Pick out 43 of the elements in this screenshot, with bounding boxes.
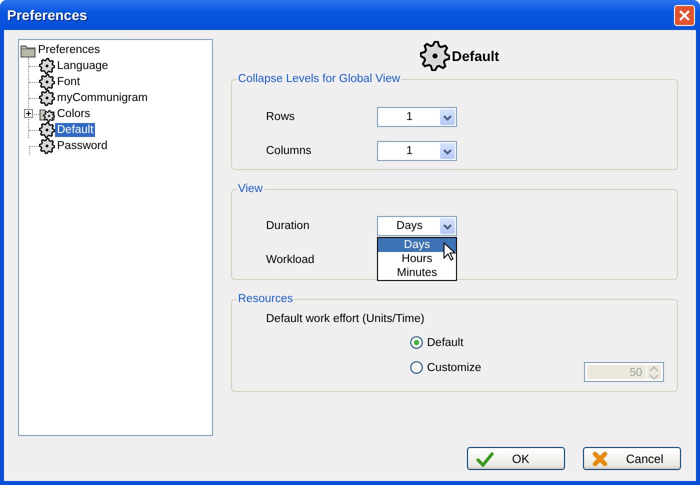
window-title: Preferences xyxy=(7,7,88,23)
cancel-button[interactable]: Cancel xyxy=(583,447,681,470)
field-label: Rows xyxy=(266,111,296,123)
gear-icon xyxy=(39,74,55,90)
expand-toggle[interactable] xyxy=(24,109,33,118)
folder-icon xyxy=(20,42,36,58)
group-title: Resources xyxy=(237,293,294,305)
dropdown[interactable]: 1 xyxy=(377,107,457,127)
chevron-down-icon xyxy=(442,146,453,156)
page-title: Default xyxy=(452,48,500,64)
radio-label: Customize xyxy=(427,360,482,374)
dropdown-option[interactable]: Minutes xyxy=(378,266,456,280)
tree-item[interactable]: Colors xyxy=(55,107,92,121)
gear-icon xyxy=(39,138,55,154)
gear-icon xyxy=(39,58,55,74)
gear-icon xyxy=(420,41,450,71)
field-label: Columns xyxy=(266,145,312,157)
group-title: Collapse Levels for Global View xyxy=(237,73,402,85)
ok-button[interactable]: OK xyxy=(467,447,565,470)
checkmark-icon xyxy=(476,450,494,466)
tree-item[interactable]: Language xyxy=(55,59,110,73)
tree-item[interactable]: Default xyxy=(55,123,96,137)
tree-item[interactable]: Password xyxy=(55,139,110,153)
close-icon xyxy=(678,8,691,22)
close-button[interactable] xyxy=(674,4,695,26)
chevron-down-icon xyxy=(442,222,453,230)
radio-button[interactable] xyxy=(410,361,423,374)
radio-label: Default xyxy=(427,336,464,350)
group-title: View xyxy=(237,183,264,195)
gear-icon xyxy=(39,90,55,106)
field-label: Default work effort (Units/Time) xyxy=(266,313,426,325)
dropdown[interactable]: Days xyxy=(377,216,457,236)
cross-icon xyxy=(592,450,608,466)
dropdown[interactable]: 1 xyxy=(377,141,457,161)
spin-arrows-icon xyxy=(647,364,662,380)
radio-button[interactable] xyxy=(410,336,423,349)
chevron-down-icon xyxy=(442,112,453,122)
tree-item[interactable]: Preferences xyxy=(36,43,102,57)
tree-item[interactable]: Font xyxy=(55,75,82,89)
field-label: Workload xyxy=(266,254,316,266)
field-label: Duration xyxy=(266,220,310,232)
gear-icon xyxy=(39,122,55,138)
tree-item[interactable]: myCommunigram xyxy=(55,91,150,105)
